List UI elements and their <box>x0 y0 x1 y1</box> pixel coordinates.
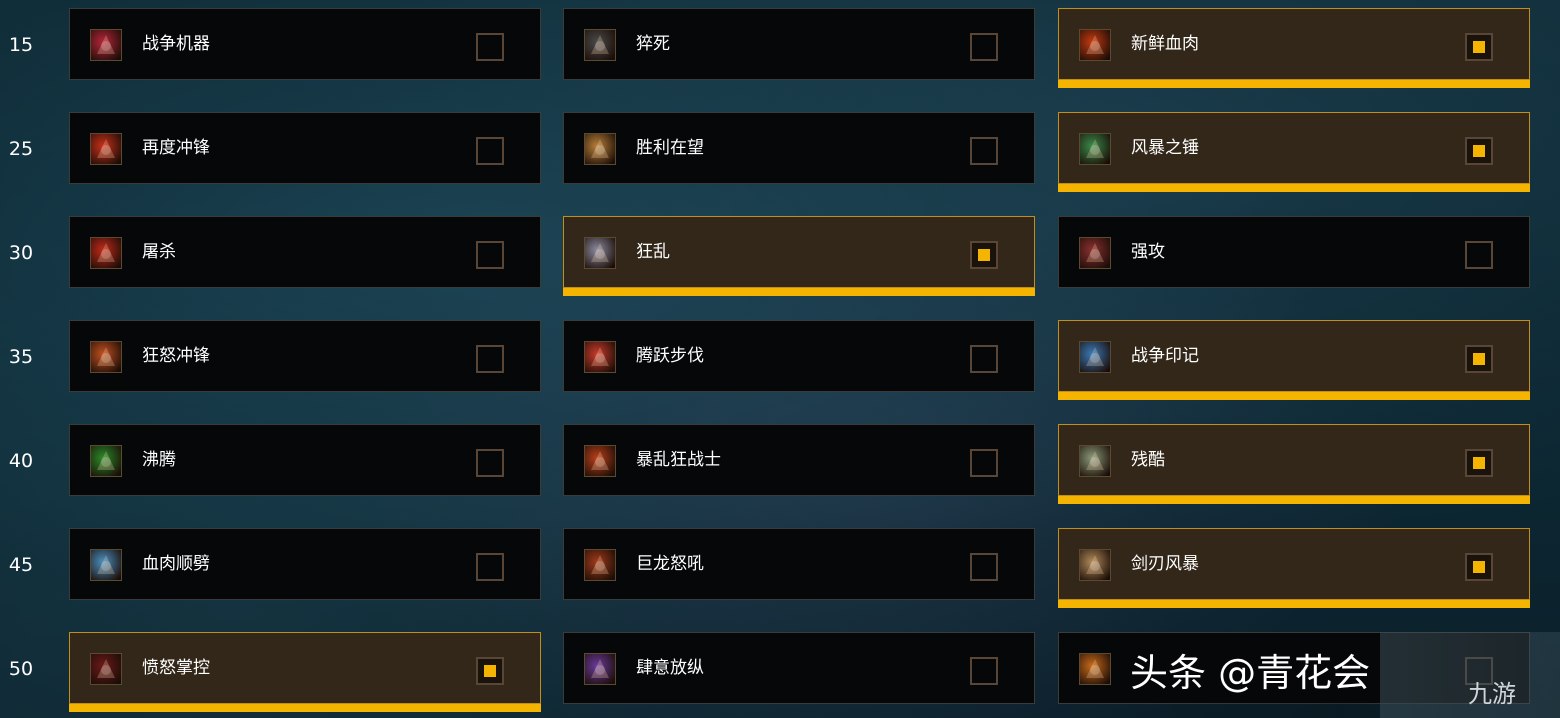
level-label: 40 <box>8 450 34 472</box>
level-label: 30 <box>8 242 34 264</box>
watermark-text: 头条 @青花会 <box>1130 651 1371 695</box>
reckless-abandon-icon <box>584 653 616 685</box>
talent-option[interactable]: 胜利在望 <box>563 112 1035 184</box>
talent-name: 战争印记 <box>1131 346 1199 366</box>
talent-checkbox[interactable] <box>970 345 998 373</box>
talent-name: 沸腾 <box>142 450 176 470</box>
talent-option[interactable]: 狂怒冲锋 <box>69 320 541 392</box>
warpaint-icon <box>1079 341 1111 373</box>
talent-checkbox[interactable] <box>1465 33 1493 61</box>
talent-option[interactable]: 狂乱 <box>563 216 1035 296</box>
talent-option[interactable]: 巨龙怒吼 <box>563 528 1035 600</box>
talent-checkbox[interactable] <box>970 241 998 269</box>
talent-option[interactable]: 猝死 <box>563 8 1035 80</box>
talent-name: 强攻 <box>1131 242 1165 262</box>
talent-checkbox[interactable] <box>476 137 504 165</box>
frenzy-icon <box>584 237 616 269</box>
talent-name: 再度冲锋 <box>142 138 210 158</box>
talent-option[interactable]: 屠杀 <box>69 216 541 288</box>
talent-checkbox[interactable] <box>1465 345 1493 373</box>
checkbox-fill <box>1473 353 1485 365</box>
storm-bolt-icon <box>1079 133 1111 165</box>
onslaught-icon <box>1079 237 1111 269</box>
talent-option[interactable]: 战争机器 <box>69 8 541 80</box>
talent-checkbox[interactable] <box>1465 241 1493 269</box>
talent-checkbox[interactable] <box>476 241 504 269</box>
war-machine-icon <box>90 29 122 61</box>
talent-name: 风暴之锤 <box>1131 138 1199 158</box>
talent-name: 狂怒冲锋 <box>142 346 210 366</box>
talent-checkbox[interactable] <box>970 657 998 685</box>
talent-option[interactable]: 血肉顺劈 <box>69 528 541 600</box>
talent-checkbox[interactable] <box>476 657 504 685</box>
talent-name: 新鲜血肉 <box>1131 34 1199 54</box>
talent-checkbox[interactable] <box>476 33 504 61</box>
checkbox-fill <box>1473 561 1485 573</box>
talent-option[interactable]: 残酷 <box>1058 424 1530 504</box>
talent-option[interactable]: 愤怒掌控 <box>69 632 541 712</box>
furious-charge-icon <box>90 341 122 373</box>
talent-name: 战争机器 <box>142 34 210 54</box>
talent-option[interactable]: 风暴之锤 <box>1058 112 1530 192</box>
talent-checkbox[interactable] <box>970 449 998 477</box>
talent-checkbox[interactable] <box>1465 137 1493 165</box>
anger-management-icon <box>90 653 122 685</box>
talent-name: 猝死 <box>636 34 670 54</box>
talent-checkbox[interactable] <box>1465 553 1493 581</box>
talent-option[interactable]: 腾跃步伐 <box>563 320 1035 392</box>
checkbox-fill <box>1473 41 1485 53</box>
seethe-icon <box>90 445 122 477</box>
talent-name: 剑刃风暴 <box>1131 554 1199 574</box>
double-time-icon <box>90 133 122 165</box>
talent-name: 血肉顺劈 <box>142 554 210 574</box>
bounding-stride-icon <box>584 341 616 373</box>
talent-option[interactable]: 新鲜血肉 <box>1058 8 1530 88</box>
watermark-logo: 九游 <box>1468 680 1516 708</box>
talent-option[interactable]: 暴乱狂战士 <box>563 424 1035 496</box>
talent-name: 腾跃步伐 <box>636 346 704 366</box>
checkbox-fill <box>978 249 990 261</box>
talent-checkbox[interactable] <box>476 553 504 581</box>
talent-name: 残酷 <box>1131 450 1165 470</box>
sudden-death-icon <box>584 29 616 61</box>
level-label: 25 <box>8 138 34 160</box>
talent-option[interactable]: 战争印记 <box>1058 320 1530 400</box>
bladestorm-icon <box>1079 549 1111 581</box>
talent-option[interactable]: 剑刃风暴 <box>1058 528 1530 608</box>
talent-option[interactable]: 沸腾 <box>69 424 541 496</box>
checkbox-fill <box>484 665 496 677</box>
talent-name: 愤怒掌控 <box>142 658 210 678</box>
talent-checkbox[interactable] <box>476 449 504 477</box>
talent-name: 胜利在望 <box>636 138 704 158</box>
checkbox-fill <box>1473 145 1485 157</box>
impending-victory-icon <box>584 133 616 165</box>
talent-checkbox[interactable] <box>970 33 998 61</box>
checkbox-fill <box>1473 457 1485 469</box>
talent-checkbox[interactable] <box>1465 449 1493 477</box>
level-label: 15 <box>8 34 34 56</box>
siegebreaker-icon <box>1079 653 1111 685</box>
talent-checkbox[interactable] <box>970 137 998 165</box>
cruelty-icon <box>1079 445 1111 477</box>
talent-name: 暴乱狂战士 <box>636 450 721 470</box>
level-label: 50 <box>8 658 34 680</box>
talent-name: 屠杀 <box>142 242 176 262</box>
talent-name: 狂乱 <box>636 242 670 262</box>
talent-name: 巨龙怒吼 <box>636 554 704 574</box>
frothing-berserker-icon <box>584 445 616 477</box>
level-label: 35 <box>8 346 34 368</box>
talent-option[interactable]: 再度冲锋 <box>69 112 541 184</box>
talent-checkbox[interactable] <box>476 345 504 373</box>
level-label: 45 <box>8 554 34 576</box>
fresh-meat-icon <box>1079 29 1111 61</box>
meat-cleaver-icon <box>90 549 122 581</box>
massacre-icon <box>90 237 122 269</box>
talent-option[interactable]: 强攻 <box>1058 216 1530 288</box>
talent-checkbox[interactable] <box>970 553 998 581</box>
talent-option[interactable]: 肆意放纵 <box>563 632 1035 704</box>
dragon-roar-icon <box>584 549 616 581</box>
talent-name: 肆意放纵 <box>636 658 704 678</box>
